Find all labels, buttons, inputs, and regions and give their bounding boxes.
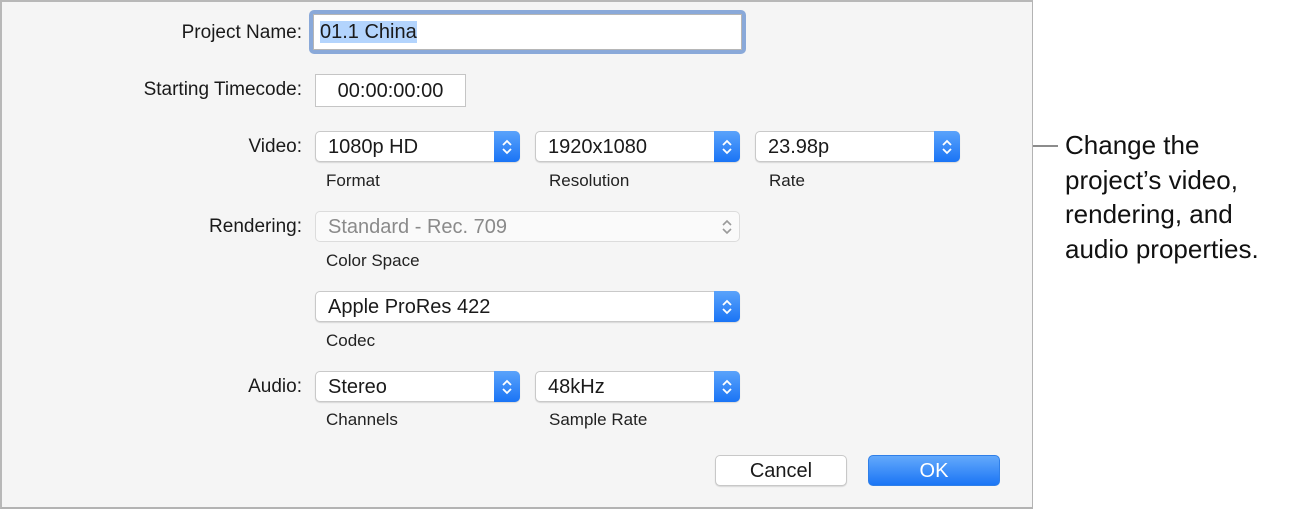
- rate-value: 23.98p: [768, 136, 830, 158]
- project-name-input[interactable]: 01.1 China: [313, 14, 742, 50]
- updown-arrows-icon: [714, 131, 740, 162]
- format-caption: Format: [326, 171, 380, 190]
- callout-line-1: Change the: [1065, 130, 1200, 160]
- ok-button[interactable]: OK: [868, 455, 1000, 486]
- color-space-value: Standard - Rec. 709: [328, 216, 507, 238]
- updown-arrows-icon: [494, 131, 520, 162]
- project-settings-dialog: Project Name: 01.1 China Starting Timeco…: [0, 0, 1033, 509]
- project-name-label: Project Name:: [181, 22, 302, 43]
- cancel-button[interactable]: Cancel: [715, 455, 847, 486]
- codec-caption: Codec: [326, 331, 376, 350]
- sample-rate-caption: Sample Rate: [549, 410, 648, 429]
- project-name-focus-ring: 01.1 China: [309, 10, 746, 54]
- codec-value: Apple ProRes 422: [328, 296, 491, 318]
- starting-timecode-label: Starting Timecode:: [143, 79, 302, 100]
- starting-timecode-input[interactable]: 00:00:00:00: [315, 74, 466, 107]
- updown-arrows-icon: [934, 131, 960, 162]
- callout-leader-line: [1033, 145, 1058, 147]
- resolution-popup[interactable]: 1920x1080: [535, 131, 740, 162]
- updown-arrows-icon: [494, 371, 520, 402]
- rate-caption: Rate: [769, 171, 805, 190]
- updown-arrows-icon: [714, 291, 740, 322]
- sample-rate-popup[interactable]: 48kHz: [535, 371, 740, 402]
- callout-line-3: rendering, and: [1065, 199, 1233, 229]
- rendering-label: Rendering:: [209, 216, 302, 237]
- format-popup[interactable]: 1080p HD: [315, 131, 520, 162]
- updown-arrows-icon: [714, 211, 740, 242]
- rate-popup[interactable]: 23.98p: [755, 131, 960, 162]
- video-label: Video:: [248, 136, 302, 157]
- updown-arrows-icon: [714, 371, 740, 402]
- resolution-caption: Resolution: [549, 171, 630, 190]
- callout-text: Change the project’s video, rendering, a…: [1065, 128, 1301, 266]
- color-space-caption: Color Space: [326, 251, 420, 270]
- audio-label: Audio:: [248, 376, 302, 397]
- callout-line-2: project’s video,: [1065, 164, 1238, 195]
- channels-value: Stereo: [328, 376, 387, 398]
- channels-popup[interactable]: Stereo: [315, 371, 520, 402]
- project-name-value: 01.1 China: [320, 21, 417, 43]
- format-value: 1080p HD: [328, 136, 419, 158]
- resolution-value: 1920x1080: [548, 136, 647, 158]
- sample-rate-value: 48kHz: [548, 376, 605, 398]
- color-space-popup: Standard - Rec. 709: [315, 211, 740, 242]
- channels-caption: Channels: [326, 410, 398, 429]
- callout-line-4: audio properties.: [1065, 233, 1259, 264]
- codec-popup[interactable]: Apple ProRes 422: [315, 291, 740, 322]
